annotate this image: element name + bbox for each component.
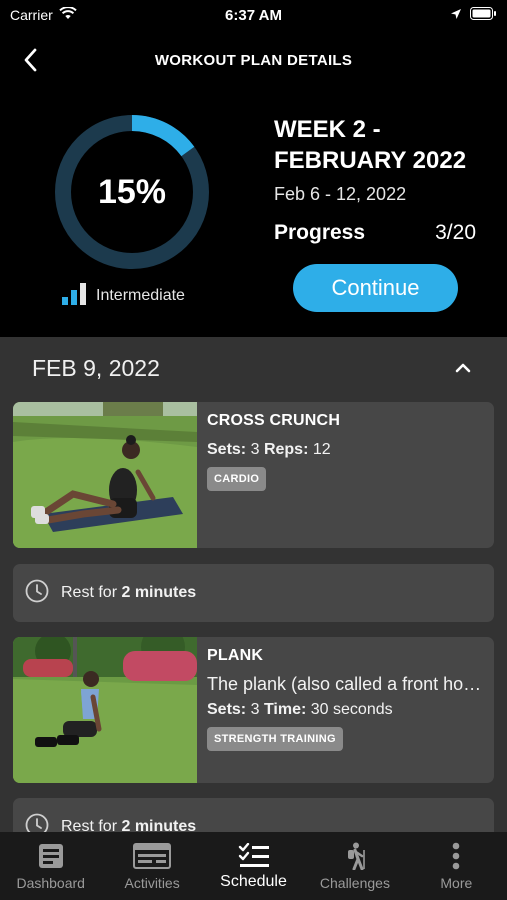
rest-prefix: Rest for — [61, 584, 118, 601]
exercise-meta: Sets: 3 Time: 30 seconds — [207, 701, 484, 719]
level-indicator: Intermediate — [62, 283, 185, 305]
rest-prefix: Rest for — [61, 818, 118, 832]
more-icon — [452, 842, 460, 870]
exercise-description: The plank (also called a front hold, hov… — [207, 674, 484, 694]
exercise-thumbnail — [13, 402, 197, 548]
nav-header: WORKOUT PLAN DETAILS — [0, 40, 507, 80]
status-bar: Carrier 6:37 AM — [0, 0, 507, 30]
reps-label: Reps: — [263, 441, 309, 458]
dashboard-icon — [38, 842, 64, 870]
exercise-tag: CARDIO — [207, 467, 267, 491]
wifi-icon — [59, 6, 77, 23]
rest-text: Rest for 2 minutes — [61, 818, 196, 832]
exercise-card-cross-crunch[interactable]: CROSS CRUNCH Sets: 3 Reps: 12 CARDIO — [13, 402, 494, 548]
exercise-title: PLANK — [207, 647, 264, 664]
day-header[interactable]: FEB 9, 2022 — [0, 337, 507, 399]
sets-value: 3 — [250, 701, 260, 718]
day-schedule: FEB 9, 2022 CROSS CRUNCH Sets: 3 Reps: 1… — [0, 337, 507, 832]
progress-ring: 15% — [52, 112, 212, 272]
exercise-thumbnail — [13, 637, 197, 783]
back-button[interactable] — [14, 44, 46, 76]
exercise-card-plank[interactable]: PLANK The plank (also called a front hol… — [13, 637, 494, 783]
rest-row: Rest for 2 minutes — [13, 798, 494, 832]
progress-label: Progress — [274, 221, 366, 244]
chevron-left-icon — [24, 48, 37, 72]
exercise-tag: STRENGTH TRAINING — [207, 727, 343, 751]
tab-challenges[interactable]: Challenges — [304, 832, 405, 900]
tab-dashboard[interactable]: Dashboard — [0, 832, 101, 900]
sets-value: 3 — [250, 441, 260, 458]
tab-schedule[interactable]: Schedule — [203, 832, 304, 900]
exercise-title: CROSS CRUNCH — [207, 412, 341, 429]
time-label: Time: — [263, 701, 307, 718]
clock-icon — [25, 813, 49, 832]
page-title: WORKOUT PLAN DETAILS — [154, 51, 353, 69]
date-range: Feb 6 - 12, 2022 — [274, 184, 407, 204]
chevron-up-icon[interactable] — [453, 358, 473, 378]
tab-bar: Dashboard Activities Schedule Challenges… — [0, 832, 507, 900]
progress-row: Progress 3/20 — [274, 221, 476, 245]
carrier-label: Carrier — [10, 7, 53, 23]
rest-row: Rest for 2 minutes — [13, 564, 494, 622]
rest-duration: 2 minutes — [121, 584, 197, 601]
time-value: 30 seconds — [310, 701, 393, 718]
rest-text: Rest for 2 minutes — [61, 584, 196, 602]
continue-button[interactable]: Continue — [293, 264, 458, 312]
schedule-icon — [238, 842, 270, 870]
rest-duration: 2 minutes — [121, 818, 197, 832]
location-arrow-icon — [450, 7, 462, 23]
day-date: FEB 9, 2022 — [32, 354, 160, 381]
tab-label: Dashboard — [16, 875, 85, 891]
exercise-meta: Sets: 3 Reps: 12 — [207, 441, 484, 459]
plan-summary: 15% Intermediate WEEK 2 - FEBRUARY 2022 … — [0, 100, 507, 336]
tab-label: More — [440, 875, 473, 891]
battery-icon — [470, 7, 497, 23]
tab-label: Schedule — [220, 873, 287, 890]
progress-count: 3/20 — [435, 221, 476, 244]
tab-more[interactable]: More — [406, 832, 507, 900]
week-info: WEEK 2 - FEBRUARY 2022 Feb 6 - 12, 2022 … — [274, 114, 484, 245]
reps-value: 12 — [312, 441, 331, 458]
level-label: Intermediate — [96, 287, 185, 304]
tab-label: Activities — [124, 875, 180, 891]
week-title: WEEK 2 - FEBRUARY 2022 — [274, 116, 467, 174]
sets-label: Sets: — [207, 701, 247, 718]
progress-percent: 15% — [97, 172, 167, 211]
tab-label: Challenges — [319, 875, 390, 891]
activities-icon — [133, 842, 172, 870]
tab-activities[interactable]: Activities — [101, 832, 202, 900]
sets-label: Sets: — [207, 441, 247, 458]
hiker-icon — [342, 842, 368, 870]
clock-icon — [25, 579, 49, 608]
signal-bars-icon — [62, 283, 86, 305]
